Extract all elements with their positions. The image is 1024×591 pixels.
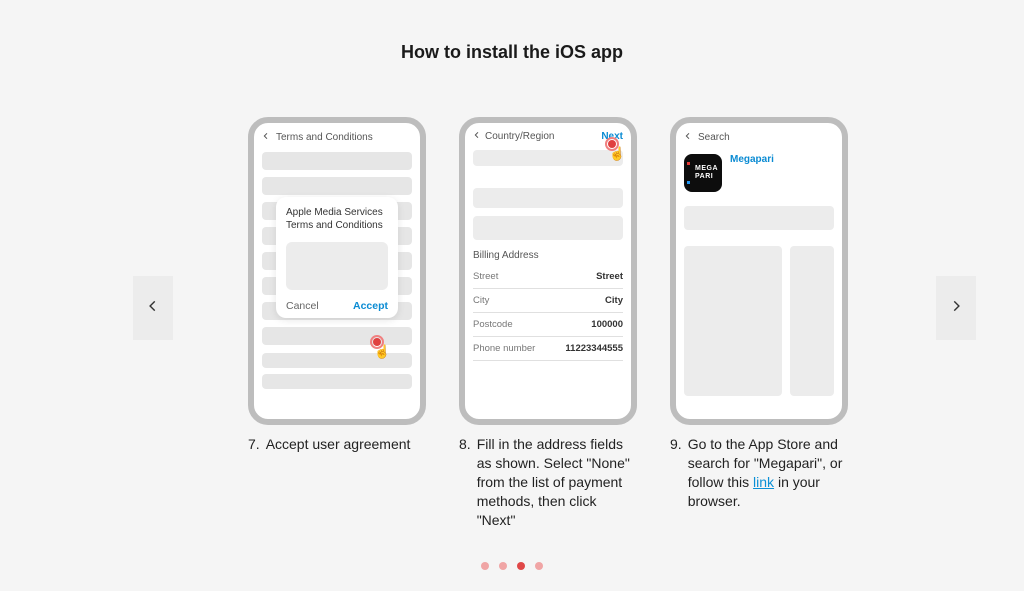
placeholder-box	[790, 246, 834, 396]
install-ios-guide: How to install the iOS app Terms and Con…	[0, 0, 1024, 591]
pagination-dot-active[interactable]	[517, 562, 525, 570]
megapari-app-icon: MEGA PARI	[684, 154, 722, 192]
field-value: Street	[596, 271, 623, 282]
chevron-left-icon	[262, 131, 270, 144]
placeholder-area	[676, 202, 842, 396]
placeholder-boxes	[684, 246, 834, 396]
form-row-street: Street Street	[473, 265, 623, 289]
field-label: City	[473, 295, 489, 306]
field-value: 11223344555	[565, 343, 623, 354]
dialog-body-placeholder	[286, 242, 388, 290]
placeholder-rows-bottom	[254, 345, 420, 397]
carousel-prev-button[interactable]	[133, 276, 173, 340]
step-number: 8.	[459, 435, 471, 529]
phone-frame: Country/Region Next ☝ Billing Address	[459, 117, 637, 425]
step-card-9: Search MEGA PARI Megapari	[670, 117, 848, 529]
step-text: Fill in the address fields as shown. Sel…	[477, 435, 637, 529]
browser-link[interactable]: link	[753, 474, 774, 490]
topbar-label: Terms and Conditions	[276, 132, 373, 143]
section-title: Billing Address	[473, 250, 623, 261]
placeholder-rows	[465, 150, 631, 240]
dialog-actions: Cancel Accept	[286, 300, 388, 312]
pagination-dot[interactable]	[535, 562, 543, 570]
step-text: Go to the App Store and search for "Mega…	[688, 435, 848, 511]
placeholder-row	[262, 152, 412, 170]
terms-dialog: Apple Media Services Terms and Condition…	[276, 197, 398, 318]
app-name: Megapari	[730, 154, 774, 165]
step-number: 7.	[248, 435, 260, 454]
dialog-title: Apple Media Services Terms and Condition…	[286, 207, 388, 232]
carousel-next-button[interactable]	[936, 276, 976, 340]
topbar-label: Country/Region	[485, 131, 601, 142]
form-row-city: City City	[473, 289, 623, 313]
field-value: City	[605, 295, 623, 306]
chevron-left-icon	[146, 299, 160, 318]
form-row-phone: Phone number 11223344555	[473, 337, 623, 361]
cancel-button[interactable]: Cancel	[286, 300, 319, 312]
field-value: 100000	[591, 319, 623, 330]
icon-text-line2: PARI	[695, 173, 722, 181]
placeholder-row	[473, 216, 623, 240]
billing-section: Billing Address	[465, 240, 631, 265]
accept-button[interactable]: Accept	[353, 300, 388, 312]
tap-indicator-icon: ☝	[370, 335, 390, 355]
placeholder-bar	[684, 206, 834, 230]
chevron-left-icon	[684, 131, 692, 144]
placeholder-row	[473, 150, 623, 166]
carousel-pagination	[0, 562, 1024, 570]
step-caption: 8. Fill in the address fields as shown. …	[459, 435, 637, 529]
pagination-dot[interactable]	[481, 562, 489, 570]
step-caption: 7. Accept user agreement	[248, 435, 426, 454]
placeholder-row	[262, 177, 412, 195]
field-label: Phone number	[473, 343, 535, 354]
phone-topbar: Terms and Conditions	[254, 123, 420, 152]
search-result: MEGA PARI Megapari	[676, 152, 842, 202]
icon-text-line1: MEGA	[695, 165, 722, 173]
step-cards: Terms and Conditions Apple	[248, 117, 848, 529]
step-card-8: Country/Region Next ☝ Billing Address	[459, 117, 637, 529]
tap-indicator-icon: ☝	[605, 137, 625, 157]
step-text: Accept user agreement	[266, 435, 411, 454]
field-label: Street	[473, 271, 498, 282]
step-number: 9.	[670, 435, 682, 511]
dot-icon	[687, 181, 690, 184]
chevron-left-icon	[473, 130, 481, 143]
topbar-label: Search	[698, 132, 730, 143]
phone-frame: Terms and Conditions Apple	[248, 117, 426, 425]
phone-topbar: Search	[676, 123, 842, 152]
placeholder-row	[262, 374, 412, 389]
placeholder-box	[684, 246, 782, 396]
dot-icon	[687, 162, 690, 165]
step-card-7: Terms and Conditions Apple	[248, 117, 426, 529]
form-row-postcode: Postcode 100000	[473, 313, 623, 337]
chevron-right-icon	[949, 299, 963, 318]
placeholder-row	[473, 188, 623, 208]
pagination-dot[interactable]	[499, 562, 507, 570]
step-caption: 9. Go to the App Store and search for "M…	[670, 435, 848, 511]
billing-form: Street Street City City Postcode 100000 …	[465, 265, 631, 361]
page-title: How to install the iOS app	[0, 0, 1024, 63]
phone-frame: Search MEGA PARI Megapari	[670, 117, 848, 425]
field-label: Postcode	[473, 319, 513, 330]
